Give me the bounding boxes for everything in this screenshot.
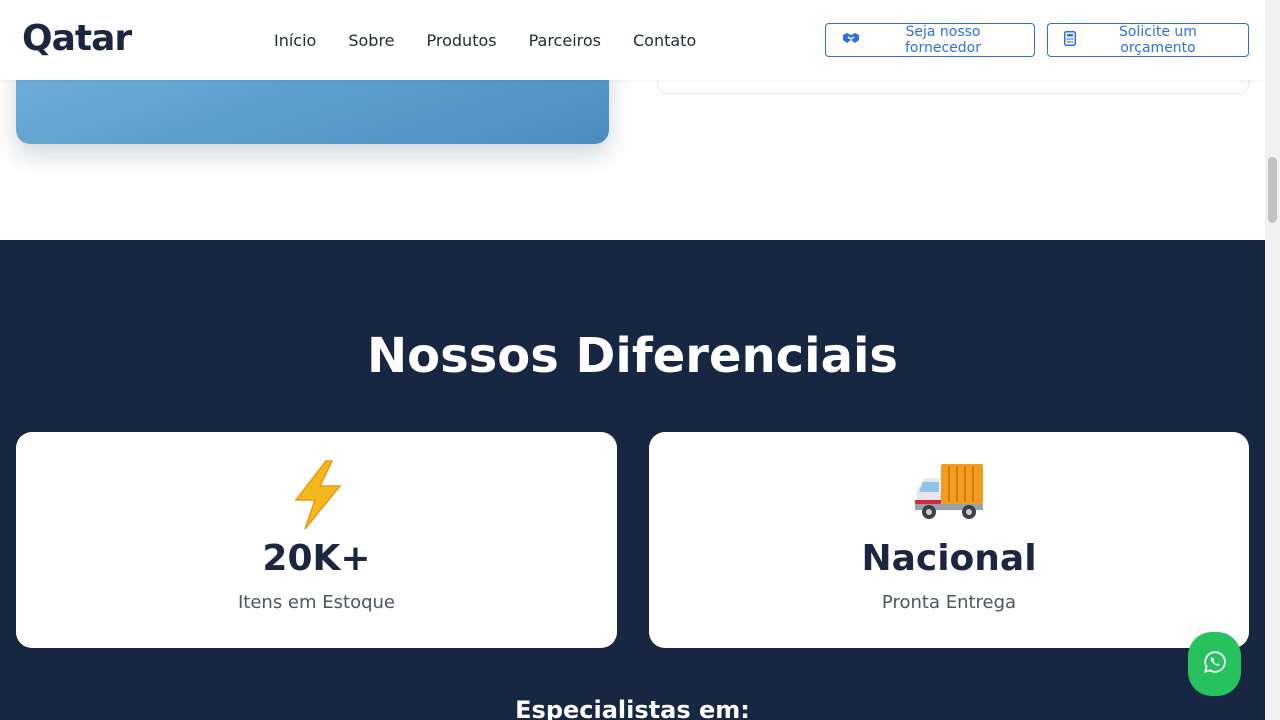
calculator-icon	[1064, 30, 1076, 50]
feature-card-stock: 20K+ Itens em Estoque	[16, 432, 617, 648]
feature-card-delivery: Nacional Pronta Entrega	[649, 432, 1249, 648]
whatsapp-button[interactable]	[1188, 632, 1241, 696]
nav-sobre[interactable]: Sobre	[332, 31, 410, 50]
scrollbar-thumb[interactable]	[1268, 157, 1277, 223]
logo[interactable]: Qatar	[22, 18, 132, 59]
handshake-icon	[842, 31, 860, 49]
feature-label: Pronta Entrega	[881, 592, 1017, 613]
delivery-truck-icon	[649, 460, 1249, 532]
specialists-title: Especialistas em:	[515, 696, 750, 720]
feature-value: 20K+	[262, 538, 371, 579]
supplier-button-label: Seja nosso fornecedor	[904, 24, 981, 56]
nav-parceiros[interactable]: Parceiros	[513, 31, 617, 50]
nav-inicio[interactable]: Início	[258, 31, 332, 50]
feature-label: Itens em Estoque	[237, 592, 395, 613]
main-nav: Início Sobre Produtos Parceiros Contato	[258, 0, 712, 80]
quote-button-label: Solicite um orçamento	[1119, 24, 1197, 56]
feature-value: Nacional	[861, 538, 1037, 579]
site-header: Qatar Início Sobre Produtos Parceiros Co…	[0, 0, 1265, 80]
quote-button[interactable]: Solicite um orçamento	[1047, 23, 1249, 57]
nav-contato[interactable]: Contato	[617, 31, 712, 50]
differentials-section: Nossos Diferenciais 20K+ Itens em Estoqu…	[0, 240, 1265, 720]
nav-produtos[interactable]: Produtos	[411, 31, 513, 50]
whatsapp-icon	[1203, 650, 1227, 679]
section-title: Nossos Diferenciais	[367, 328, 898, 384]
supplier-button[interactable]: Seja nosso fornecedor	[825, 23, 1035, 57]
page-scrollbar[interactable]	[1265, 0, 1280, 720]
lightning-icon	[16, 460, 617, 532]
